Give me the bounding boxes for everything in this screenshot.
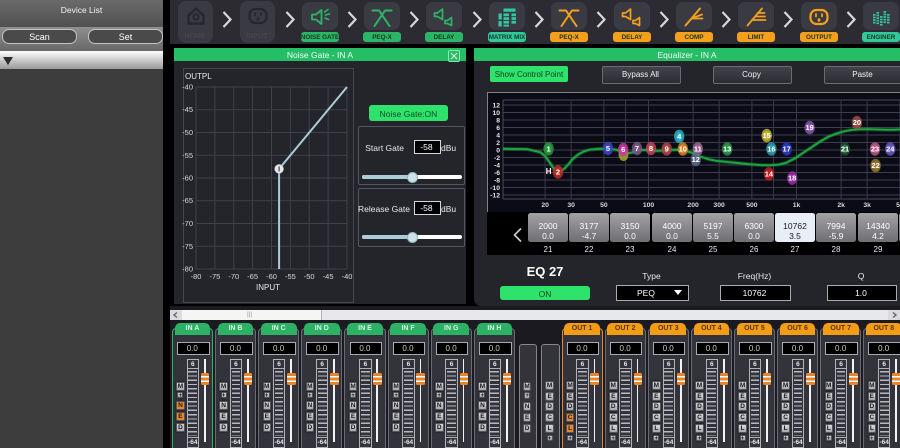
svg-text:-10: -10	[490, 185, 500, 192]
svg-text:-6: -6	[494, 170, 500, 177]
svg-text:8: 8	[496, 117, 500, 124]
svg-text:20: 20	[853, 118, 861, 127]
svg-text:-55: -55	[285, 272, 296, 281]
svg-text:5: 5	[606, 144, 610, 153]
svg-text:6: 6	[496, 125, 500, 132]
svg-text:-70: -70	[182, 219, 193, 228]
svg-text:-60: -60	[182, 174, 193, 183]
svg-text:-65: -65	[182, 196, 193, 205]
svg-text:4: 4	[496, 132, 500, 139]
svg-text:22: 22	[871, 161, 879, 170]
svg-text:-40: -40	[342, 272, 353, 281]
svg-text:-8: -8	[494, 177, 500, 184]
svg-text:H: H	[546, 167, 552, 176]
svg-text:5k: 5k	[896, 202, 900, 209]
svg-text:300: 300	[713, 202, 725, 209]
svg-text:23: 23	[871, 145, 879, 154]
svg-text:30: 30	[567, 202, 575, 209]
svg-text:18: 18	[788, 174, 796, 183]
svg-text:7: 7	[635, 144, 639, 153]
svg-text:-50: -50	[304, 272, 315, 281]
svg-text:11: 11	[694, 145, 702, 154]
svg-text:-45: -45	[323, 272, 334, 281]
svg-text:-40: -40	[182, 83, 193, 92]
svg-text:12: 12	[492, 102, 500, 109]
svg-text:2: 2	[556, 168, 560, 177]
svg-text:-70: -70	[228, 272, 239, 281]
svg-text:2: 2	[496, 140, 500, 147]
svg-text:1: 1	[547, 144, 551, 153]
svg-text:500: 500	[746, 202, 758, 209]
svg-text:-2: -2	[494, 155, 500, 162]
svg-text:-45: -45	[182, 105, 193, 114]
svg-text:OUTPL: OUTPL	[185, 72, 212, 81]
svg-text:0: 0	[496, 147, 500, 154]
svg-text:24: 24	[886, 145, 895, 154]
svg-text:20: 20	[541, 202, 549, 209]
svg-text:INPUT: INPUT	[256, 283, 280, 292]
svg-text:13: 13	[723, 145, 731, 154]
svg-text:-50: -50	[182, 128, 193, 137]
svg-text:1k: 1k	[793, 202, 801, 209]
svg-text:100: 100	[643, 202, 655, 209]
svg-text:200: 200	[687, 202, 699, 209]
svg-text:2k: 2k	[837, 202, 845, 209]
svg-text:-12: -12	[490, 192, 500, 199]
svg-text:14: 14	[765, 170, 774, 179]
svg-text:15: 15	[763, 131, 771, 140]
svg-text:10: 10	[679, 145, 687, 154]
svg-text:12: 12	[692, 155, 700, 164]
svg-text:21: 21	[841, 145, 849, 154]
svg-text:-75: -75	[209, 272, 220, 281]
svg-text:17: 17	[783, 145, 791, 154]
svg-text:19: 19	[806, 123, 814, 132]
svg-text:3k: 3k	[863, 202, 871, 209]
svg-text:-60: -60	[266, 272, 277, 281]
svg-text:-75: -75	[182, 242, 193, 251]
svg-text:8: 8	[649, 144, 653, 153]
svg-text:16: 16	[767, 145, 775, 154]
svg-text:-4: -4	[494, 162, 500, 169]
svg-text:6: 6	[621, 145, 625, 154]
svg-text:-65: -65	[247, 272, 258, 281]
svg-text:-80: -80	[191, 272, 202, 281]
svg-text:9: 9	[665, 145, 669, 154]
svg-text:50: 50	[600, 202, 608, 209]
svg-text:10: 10	[492, 110, 500, 117]
svg-text:-55: -55	[182, 151, 193, 160]
